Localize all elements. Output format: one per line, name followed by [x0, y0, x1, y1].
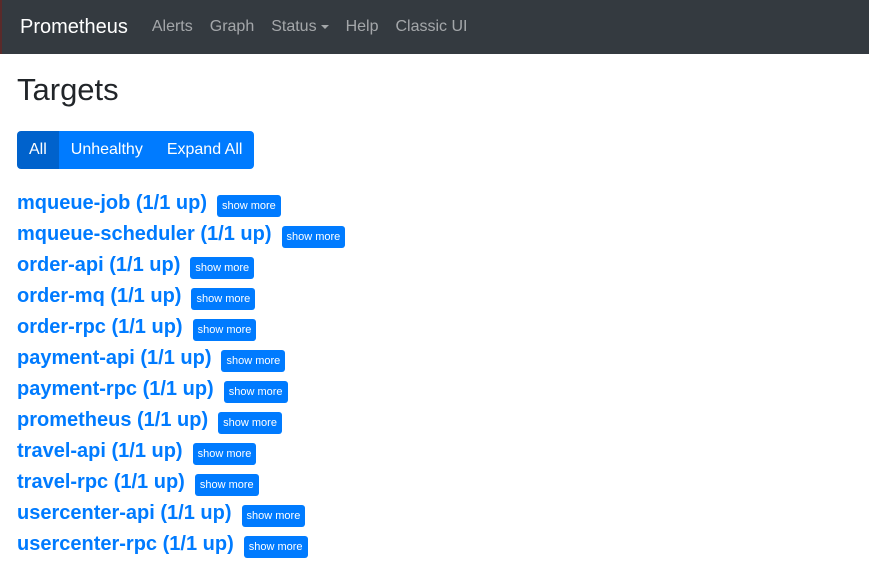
target-row: mqueue-scheduler (1/1 up) show more — [17, 219, 852, 250]
target-name-link[interactable]: order-rpc (1/1 up) — [17, 316, 183, 339]
nav-graph[interactable]: Graph — [210, 18, 254, 36]
filter-all-button[interactable]: All — [17, 131, 59, 169]
target-row: order-api (1/1 up) show more — [17, 250, 852, 281]
target-name-link[interactable]: mqueue-job (1/1 up) — [17, 192, 207, 215]
show-more-button[interactable]: show more — [218, 411, 282, 434]
show-more-button[interactable]: show more — [191, 287, 256, 310]
target-name-link[interactable]: order-api (1/1 up) — [17, 254, 180, 277]
target-name-link[interactable]: travel-rpc (1/1 up) — [17, 471, 185, 494]
show-more-button[interactable]: show more — [194, 473, 259, 496]
show-more-button[interactable]: show more — [217, 194, 281, 217]
target-row: payment-api (1/1 up) show more — [17, 343, 852, 374]
target-row: travel-api (1/1 up) show more — [17, 436, 852, 467]
nav-status-label: Status — [271, 18, 317, 35]
page-title: Targets — [17, 72, 119, 107]
target-name-link[interactable]: travel-api (1/1 up) — [17, 440, 183, 463]
show-more-button[interactable]: show more — [223, 380, 288, 403]
caret-down-icon — [320, 25, 329, 29]
brand-link[interactable]: Prometheus — [20, 16, 128, 39]
filter-button-group: All Unhealthy Expand All — [17, 131, 255, 169]
target-row: prometheus (1/1 up) show more — [17, 405, 852, 436]
target-name-link[interactable]: prometheus (1/1 up) — [17, 409, 208, 432]
target-name-link[interactable]: usercenter-api (1/1 up) — [17, 502, 232, 525]
target-row: usercenter-rpc (1/1 up) show more — [17, 529, 852, 560]
show-more-button[interactable]: show more — [221, 349, 286, 372]
target-row: travel-rpc (1/1 up) show more — [17, 467, 852, 498]
main-content: Targets All Unhealthy Expand All mqueue-… — [0, 70, 869, 560]
nav-help[interactable]: Help — [346, 18, 379, 36]
target-row: usercenter-api (1/1 up) show more — [17, 498, 852, 529]
top-navbar: Prometheus Alerts Graph Status Help Clas… — [0, 0, 869, 54]
show-more-button[interactable]: show more — [192, 318, 257, 341]
target-list: mqueue-job (1/1 up) show more mqueue-sched… — [17, 188, 852, 560]
nav-status-dropdown[interactable]: Status — [271, 18, 329, 36]
filter-unhealthy-button[interactable]: Unhealthy — [58, 131, 155, 169]
target-name-link[interactable]: usercenter-rpc (1/1 up) — [17, 533, 234, 556]
show-more-button[interactable]: show more — [243, 535, 308, 558]
target-name-link[interactable]: order-mq (1/1 up) — [17, 285, 181, 308]
nav-classic-ui[interactable]: Classic UI — [395, 18, 467, 36]
target-row: mqueue-job (1/1 up) show more — [17, 188, 852, 219]
show-more-button[interactable]: show more — [281, 225, 346, 248]
target-row: payment-rpc (1/1 up) show more — [17, 374, 852, 405]
show-more-button[interactable]: show more — [192, 442, 257, 465]
target-name-link[interactable]: mqueue-scheduler (1/1 up) — [17, 223, 272, 246]
nav-alerts[interactable]: Alerts — [152, 18, 193, 36]
target-name-link[interactable]: payment-rpc (1/1 up) — [17, 378, 214, 401]
show-more-button[interactable]: show more — [190, 256, 255, 279]
expand-all-button[interactable]: Expand All — [154, 131, 255, 169]
target-name-link[interactable]: payment-api (1/1 up) — [17, 347, 211, 370]
target-row: order-rpc (1/1 up) show more — [17, 312, 852, 343]
show-more-button[interactable]: show more — [241, 504, 306, 527]
target-row: order-mq (1/1 up) show more — [17, 281, 852, 312]
